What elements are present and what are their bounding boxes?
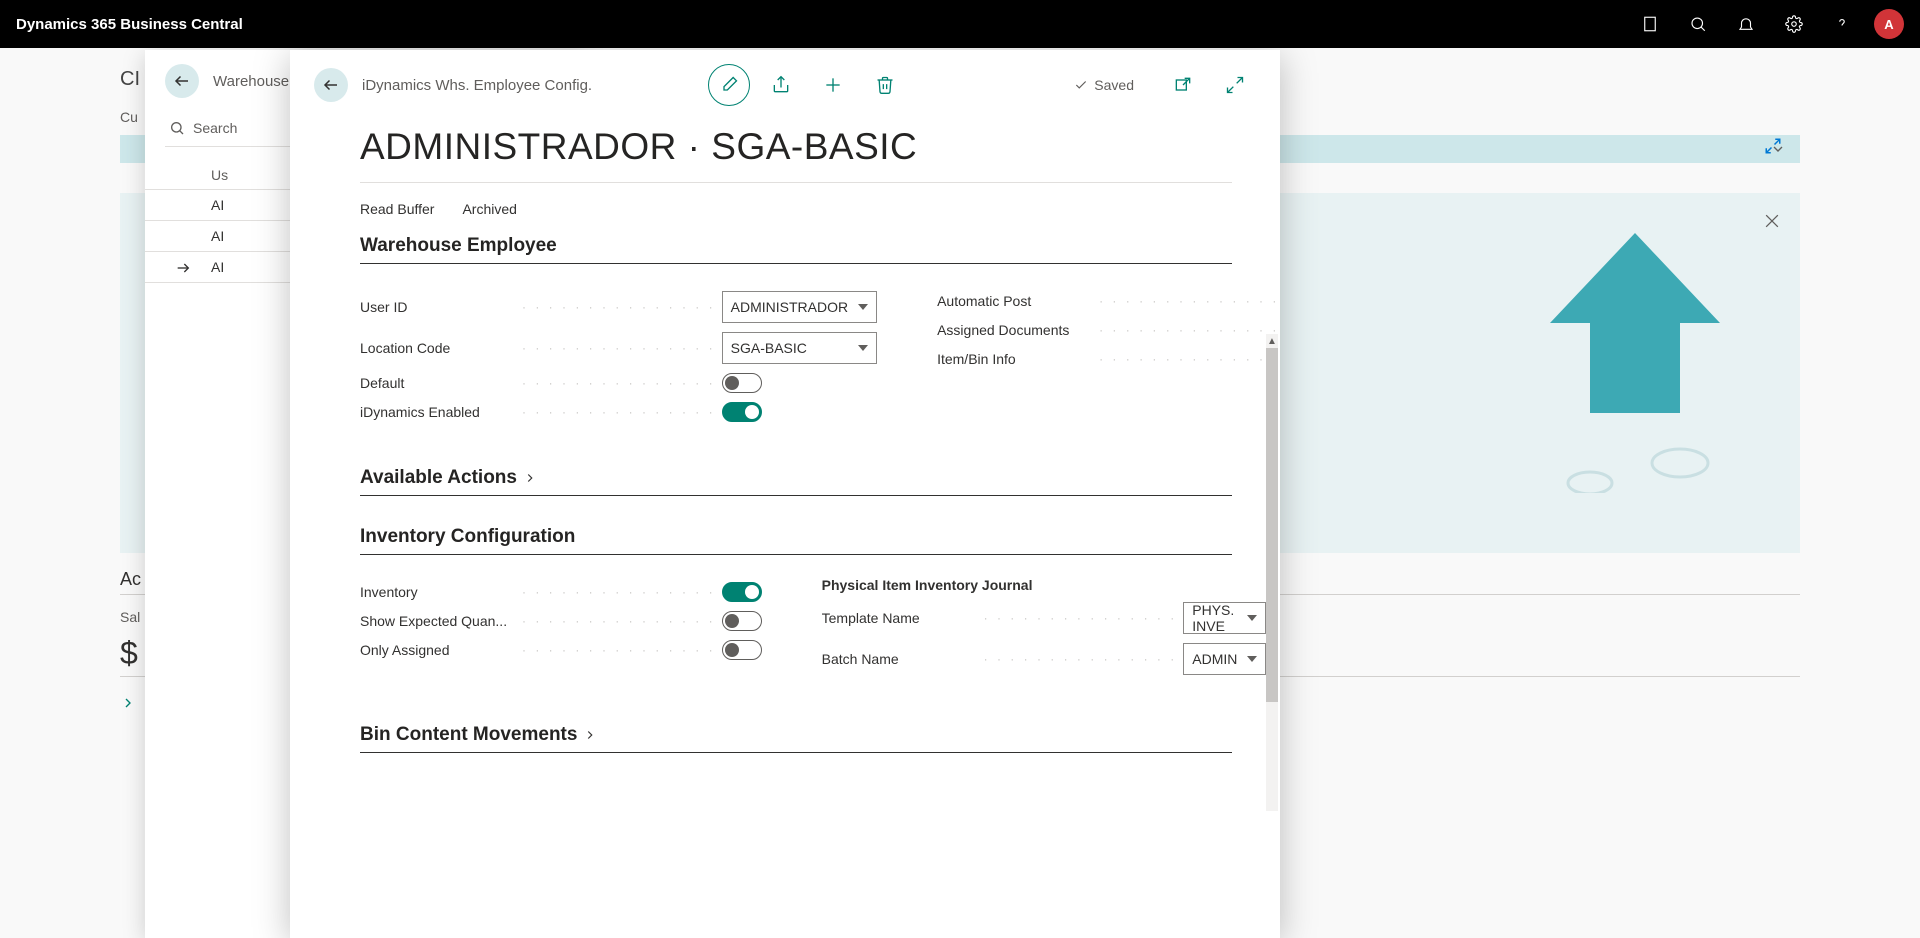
inventory-toggle[interactable] [722,582,762,602]
label-location-code: Location Code [360,340,520,356]
chevron-right-icon [583,728,597,742]
label-batch-name: Batch Name [822,651,982,667]
tab-archived[interactable]: Archived [462,197,516,221]
label-user-id: User ID [360,299,520,315]
label-idynamics-enabled: iDynamics Enabled [360,404,520,420]
share-button[interactable] [760,64,802,106]
search-placeholder: Search [193,120,237,136]
show-expected-toggle[interactable] [722,611,762,631]
search-icon [169,120,185,136]
delete-button[interactable] [864,64,906,106]
chevron-right-icon [523,471,537,485]
label-only-assigned: Only Assigned [360,642,520,658]
section-bin-content-movements[interactable]: Bin Content Movements [360,724,1232,753]
label-default: Default [360,375,520,391]
detail-tabs: Read Buffer Archived [360,197,1232,221]
detail-toolbar: iDynamics Whs. Employee Config. Saved [290,50,1280,114]
label-template-name: Template Name [822,610,982,626]
panel2-breadcrumb: Warehouse [213,73,289,90]
location-code-select[interactable]: SGA-BASIC [722,332,877,364]
label-inventory: Inventory [360,584,520,600]
back-button[interactable] [165,64,199,98]
edit-button[interactable] [708,64,750,106]
notifications-icon[interactable] [1722,0,1770,48]
tab-read-buffer[interactable]: Read Buffer [360,197,434,221]
section-warehouse-employee[interactable]: Warehouse Employee [360,235,1232,264]
label-item-bin-info: Item/Bin Info [937,351,1097,367]
label-show-expected: Show Expected Quan... [360,613,520,629]
breadcrumb: iDynamics Whs. Employee Config. [362,77,592,94]
journal-heading: Physical Item Inventory Journal [822,577,1267,593]
only-assigned-toggle[interactable] [722,640,762,660]
help-icon[interactable] [1818,0,1866,48]
user-id-select[interactable]: ADMINISTRADOR [722,291,877,323]
expand-icon[interactable] [1764,137,1782,155]
titlebar: Dynamics 365 Business Central A [0,0,1920,48]
page-title: ADMINISTRADOR · SGA-BASIC [360,126,1232,168]
new-button[interactable] [812,64,854,106]
detail-panel: iDynamics Whs. Employee Config. Saved AD… [290,50,1280,938]
batch-name-select[interactable]: ADMIN [1183,643,1266,675]
decorative-arrow-graphic [1550,233,1720,493]
section-inventory-configuration[interactable]: Inventory Configuration [360,526,1232,555]
maximize-button[interactable] [1214,64,1256,106]
detail-body: ADMINISTRADOR · SGA-BASIC Read Buffer Ar… [290,114,1280,811]
user-avatar[interactable]: A [1874,9,1904,39]
save-status: Saved [1074,77,1134,93]
search-icon[interactable] [1674,0,1722,48]
label-automatic-post: Automatic Post [937,293,1097,309]
check-icon [1074,78,1088,92]
environment-icon[interactable] [1626,0,1674,48]
idynamics-enabled-toggle[interactable] [722,402,762,422]
label-assigned-documents: Assigned Documents [937,322,1097,338]
template-name-select[interactable]: PHYS. INVE [1183,602,1266,634]
product-name: Dynamics 365 Business Central [16,16,243,33]
close-icon[interactable] [1762,211,1782,231]
default-toggle[interactable] [722,373,762,393]
pop-out-button[interactable] [1162,64,1204,106]
settings-icon[interactable] [1770,0,1818,48]
scrollbar[interactable]: ▲ [1266,334,1278,811]
section-available-actions[interactable]: Available Actions [360,467,1232,496]
row-indicator-icon [175,260,191,276]
back-button[interactable] [314,68,348,102]
